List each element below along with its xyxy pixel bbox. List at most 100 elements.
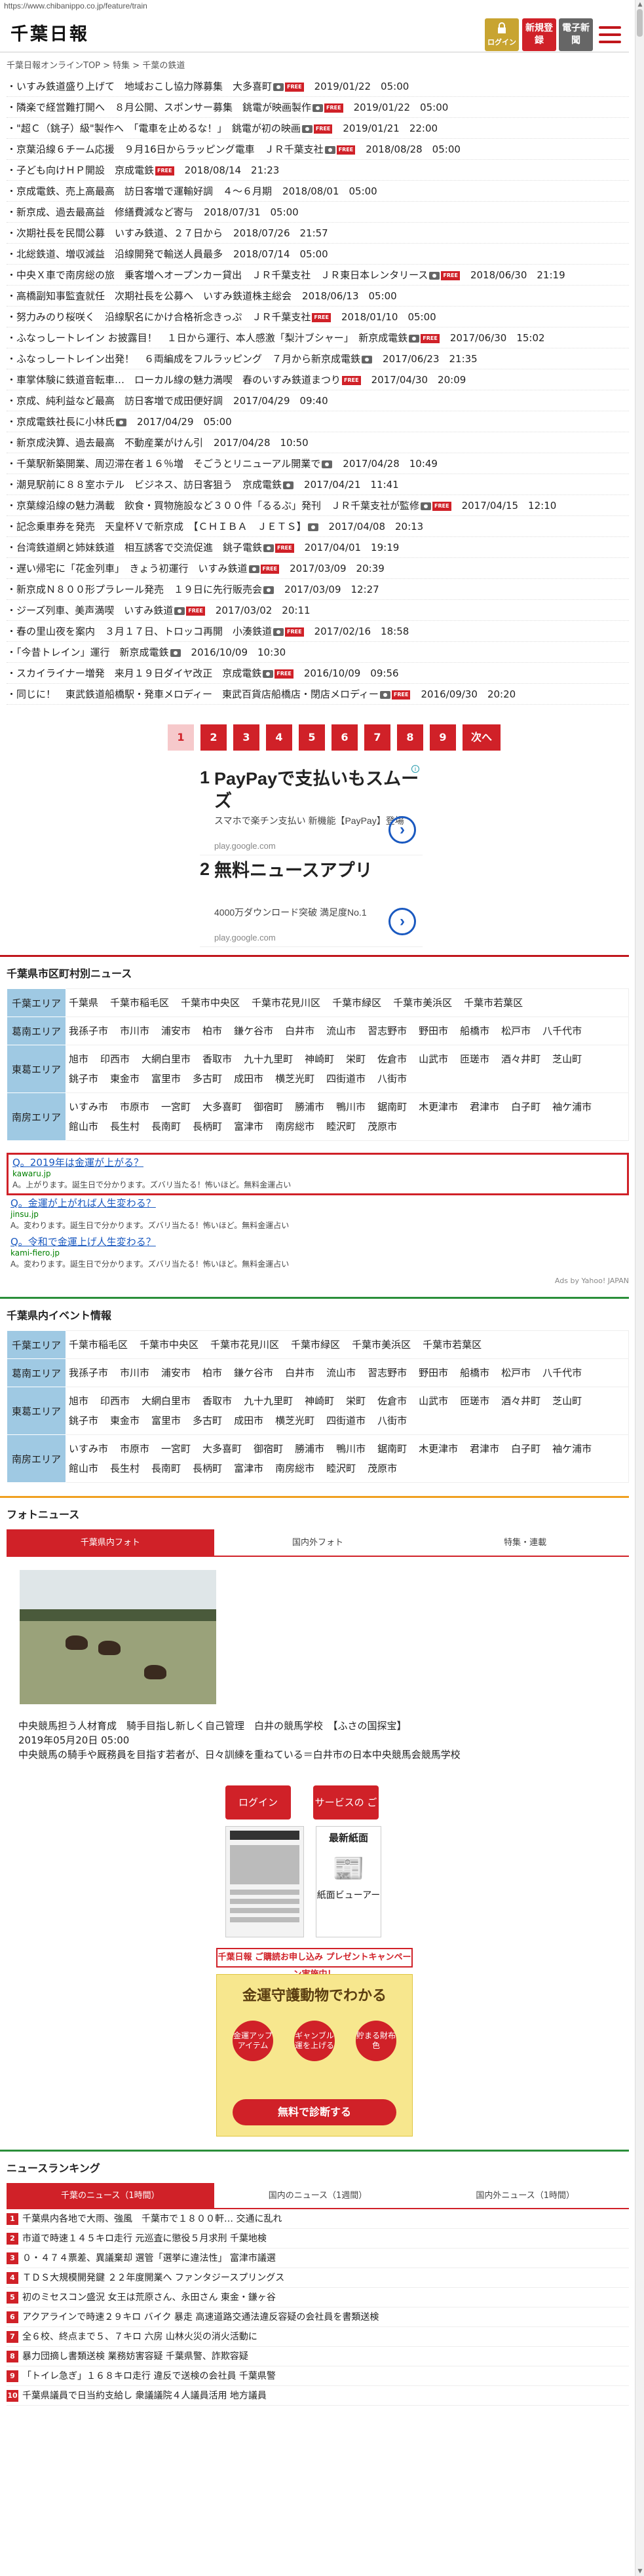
city-link[interactable]: 四街道市 bbox=[326, 1415, 366, 1427]
city-link[interactable]: 白井市 bbox=[285, 1025, 314, 1037]
news-item[interactable]: ・いすみ鉄道盛り上げて 地域おこし協力隊募集 大多喜町 FREE 2019/01/2… bbox=[7, 76, 629, 97]
yahoo-ad-item[interactable]: Q。令和で金運上げ人生変わる？ kami-fiero.jp A。変わります。誕生日で… bbox=[7, 1234, 629, 1273]
ranking-item[interactable]: 6 アクアラインで時速２９キロ バイク 暴走 高速道路交通法違反容疑の会社員を書類… bbox=[7, 2307, 629, 2327]
city-link[interactable]: 芝山町 bbox=[552, 1395, 582, 1407]
news-item[interactable]: ・京成電鉄、売上高最高 訪日客増で運輸好調 ４～６月期 2018/08/01 05… bbox=[7, 181, 629, 202]
news-item[interactable]: ・スカイライナー増発 来月１９日ダイヤ改正 京成電鉄 FREE 2016/10/09… bbox=[7, 663, 629, 684]
city-link[interactable]: 酒々井町 bbox=[501, 1053, 540, 1065]
city-link[interactable]: 香取市 bbox=[202, 1395, 232, 1407]
city-link[interactable]: 我孫子市 bbox=[69, 1367, 108, 1379]
news-item[interactable]: ・記念乗車券を発売 天皇杯Ｖで新京成 【ＣＨＩＢＡ ＪＥＴＳ】 2017/04/0… bbox=[7, 516, 629, 537]
ranking-item[interactable]: 7 全６校、終点まで５、７キロ 六房 山林火災の消火活動に bbox=[7, 2327, 629, 2347]
ad-question[interactable]: Q。2019年は金運が上がる？ bbox=[12, 1157, 623, 1168]
news-title[interactable]: 京葉線沿線の魅力満載 飲食・買物施設など３００件「るるぶ」発刊 ＪＲ千葉支社が監… bbox=[16, 500, 419, 512]
hamburger-menu-icon[interactable] bbox=[599, 26, 621, 43]
news-title[interactable]: 子ども向けＨＰ開設 京成電鉄 bbox=[16, 164, 154, 176]
city-link[interactable]: 長生村 bbox=[110, 1463, 140, 1474]
breadcrumb[interactable]: 千葉日報オンラインTOP > 特集 > 千葉の鉄道 bbox=[0, 52, 629, 76]
news-title[interactable]: "超Ｃ（銚子）級"製作へ 「電車を止めるな！」 銚電が初の映画 bbox=[16, 122, 301, 134]
city-link[interactable]: 鎌ケ谷市 bbox=[234, 1367, 273, 1379]
ranking-item[interactable]: 2 市道で時速１４５キロ走行 元巡査に懲役５月求刑 千葉地検 bbox=[7, 2229, 629, 2249]
city-link[interactable]: 佐倉市 bbox=[377, 1395, 407, 1407]
scroll-down-icon[interactable]: ▼ bbox=[635, 2567, 644, 2576]
page-1-button[interactable]: 1 bbox=[168, 724, 194, 751]
city-link[interactable]: 鋸南町 bbox=[377, 1101, 407, 1113]
city-link[interactable]: 千葉市花見川区 bbox=[252, 997, 320, 1009]
news-item[interactable]: ・高橋副知事監査就任 次期社長を公募へ いすみ鉄道株主総会 2018/06/13 … bbox=[7, 286, 629, 307]
city-link[interactable]: 君津市 bbox=[470, 1443, 499, 1455]
tab-3[interactable]: 特集・連載 bbox=[421, 1529, 630, 1557]
scrollbar-thumb[interactable] bbox=[637, 9, 643, 37]
city-link[interactable]: 印西市 bbox=[100, 1053, 130, 1065]
city-link[interactable]: 神崎町 bbox=[305, 1395, 334, 1407]
news-item[interactable]: ・ジーズ列車、美声満喫 いすみ鉄道 FREE 2017/03/02 20:11 bbox=[7, 600, 629, 621]
ranking-item[interactable]: 1 千葉県内各地で大雨、強風 千葉市で１８００軒… 交通に乱れ bbox=[7, 2209, 629, 2229]
city-link[interactable]: 館山市 bbox=[69, 1121, 98, 1132]
ranking-title[interactable]: アクアラインで時速２９キロ バイク 暴走 高速道路交通法違反容疑の会社員を書類送… bbox=[22, 2312, 379, 2323]
page-3-button[interactable]: 3 bbox=[233, 724, 259, 751]
ranking-item[interactable]: 4 ＴＤＳ大規模開発鍵 ２２年度開業へ ファンタジースプリングス bbox=[7, 2268, 629, 2288]
latest-paper-link[interactable]: 最新紙面 📰 紙面ビューアー bbox=[316, 1826, 381, 1937]
city-link[interactable]: 香取市 bbox=[202, 1053, 232, 1065]
city-link[interactable]: 白子町 bbox=[511, 1443, 540, 1455]
city-link[interactable]: 佐倉市 bbox=[377, 1053, 407, 1065]
city-link[interactable]: 流山市 bbox=[326, 1367, 356, 1379]
news-item[interactable]: ・新京成決算、過去最高 不動産業がけん引 2017/04/28 10:50 bbox=[7, 432, 629, 453]
city-link[interactable]: 千葉市美浜区 bbox=[393, 997, 452, 1009]
news-item[interactable]: ・京葉沿線６チーム応援 ９月16日からラッピング電車 ＪＲ千葉支社 FREE 201… bbox=[7, 139, 629, 160]
city-link[interactable]: 芝山町 bbox=[552, 1053, 582, 1065]
city-link[interactable]: 茂原市 bbox=[368, 1121, 397, 1132]
news-title[interactable]: 高橋副知事監査就任 次期社長を公募へ いすみ鉄道株主総会 bbox=[16, 290, 292, 302]
ad-question[interactable]: Q。令和で金運上げ人生変わる？ bbox=[10, 1237, 625, 1248]
city-link[interactable]: 松戸市 bbox=[501, 1367, 531, 1379]
news-title[interactable]: 新京成Ｎ８００形プラレール発売 １９日に先行販売会 bbox=[16, 584, 262, 595]
news-title[interactable]: 京成電鉄社長に小林氏 bbox=[16, 416, 115, 428]
city-link[interactable]: 一宮町 bbox=[161, 1101, 191, 1113]
ad-question[interactable]: Q。金運が上がれば人生変わる？ bbox=[10, 1198, 625, 1209]
news-item[interactable]: ・千葉駅新築開業、周辺滞在者１６％増 そごうとリニューアル開業で 2017/04/… bbox=[7, 453, 629, 474]
news-title[interactable]: 京成電鉄、売上高最高 訪日客増で運輸好調 ４～６月期 bbox=[16, 185, 272, 197]
tab-2[interactable]: 国内のニュース（1週間） bbox=[214, 2183, 422, 2209]
promo-cta-button[interactable]: 無料で診断する bbox=[233, 2099, 396, 2125]
news-title[interactable]: いすみ鉄道盛り上げて 地域おこし協力隊募集 大多喜町 bbox=[16, 81, 272, 92]
city-link[interactable]: 栄町 bbox=[346, 1053, 366, 1065]
news-title[interactable]: 京葉沿線６チーム応援 ９月16日からラッピング電車 ＪＲ千葉支社 bbox=[16, 143, 324, 155]
news-title[interactable]: 千葉駅新築開業、周辺滞在者１６％増 そごうとリニューアル開業で bbox=[16, 458, 320, 470]
news-item[interactable]: ・京葉線沿線の魅力満載 飲食・買物施設など３００件「るるぶ」発刊 ＪＲ千葉支社が… bbox=[7, 495, 629, 516]
city-link[interactable]: 鴨川市 bbox=[336, 1101, 366, 1113]
service-guide-button[interactable]: サービスの ご案内 bbox=[313, 1785, 379, 1842]
city-link[interactable]: 一宮町 bbox=[161, 1443, 191, 1455]
city-link[interactable]: 浦安市 bbox=[161, 1025, 191, 1037]
ranking-title[interactable]: 千葉県内各地で大雨、強風 千葉市で１８００軒… 交通に乱れ bbox=[22, 2214, 282, 2224]
page-5-button[interactable]: 5 bbox=[299, 724, 325, 751]
ads-source[interactable]: Ads by Yahoo! JAPAN bbox=[7, 1273, 629, 1289]
news-title[interactable]: ふなっしートレイン出発！ ６両編成をフルラッピング ７月から新京成電鉄 bbox=[16, 353, 360, 365]
ranking-title[interactable]: ０・４７４票差、異議棄却 選管「選挙に違法性」 富津市議選 bbox=[22, 2253, 276, 2264]
city-link[interactable]: 長柄町 bbox=[193, 1121, 222, 1132]
city-link[interactable]: 茂原市 bbox=[368, 1463, 397, 1474]
city-link[interactable]: 睦沢町 bbox=[326, 1463, 356, 1474]
ad-item[interactable]: 2 無料ニュースアプリ 4000万ダウンロード突破 満足度No.1 play.goog… bbox=[200, 855, 423, 947]
city-link[interactable]: 鎌ケ谷市 bbox=[234, 1025, 273, 1037]
city-link[interactable]: 千葉市中央区 bbox=[140, 1339, 199, 1351]
city-link[interactable]: 習志野市 bbox=[368, 1367, 407, 1379]
news-title[interactable]: 遅い帰宅に「花金列車」 きょう初運行 いすみ鉄道 bbox=[16, 563, 248, 574]
city-link[interactable]: 御宿町 bbox=[254, 1443, 283, 1455]
city-link[interactable]: 長南町 bbox=[151, 1121, 181, 1132]
city-link[interactable]: 南房総市 bbox=[275, 1121, 314, 1132]
news-item[interactable]: ・次期社長を民間公募 いすみ鉄道、２７日から 2018/07/26 21:57 bbox=[7, 223, 629, 244]
page-6-button[interactable]: 6 bbox=[331, 724, 358, 751]
news-title[interactable]: 北総鉄道、増収減益 沿線開発で輸送人員最多 bbox=[16, 248, 223, 260]
news-item[interactable]: ・子ども向けＨＰ開設 京成電鉄 FREE 2018/08/14 21:23 bbox=[7, 160, 629, 181]
city-link[interactable]: いすみ市 bbox=[69, 1443, 108, 1455]
city-link[interactable]: 大多喜町 bbox=[202, 1443, 242, 1455]
tab-3[interactable]: 国内外ニュース（1時間） bbox=[421, 2183, 630, 2209]
city-link[interactable]: 千葉市緑区 bbox=[332, 997, 381, 1009]
news-title[interactable]: 京成、純利益など最高 訪日客増で成田便好調 bbox=[16, 395, 223, 407]
city-link[interactable]: 富里市 bbox=[151, 1073, 181, 1085]
tab-2[interactable]: 国内外フォト bbox=[214, 1529, 422, 1557]
city-link[interactable]: 山武市 bbox=[419, 1395, 448, 1407]
news-item[interactable]: ・新京成、過去最高益 修繕費減など寄与 2018/07/31 05:00 bbox=[7, 202, 629, 223]
city-link[interactable]: 旭市 bbox=[69, 1053, 88, 1065]
city-link[interactable]: 長生村 bbox=[110, 1121, 140, 1132]
